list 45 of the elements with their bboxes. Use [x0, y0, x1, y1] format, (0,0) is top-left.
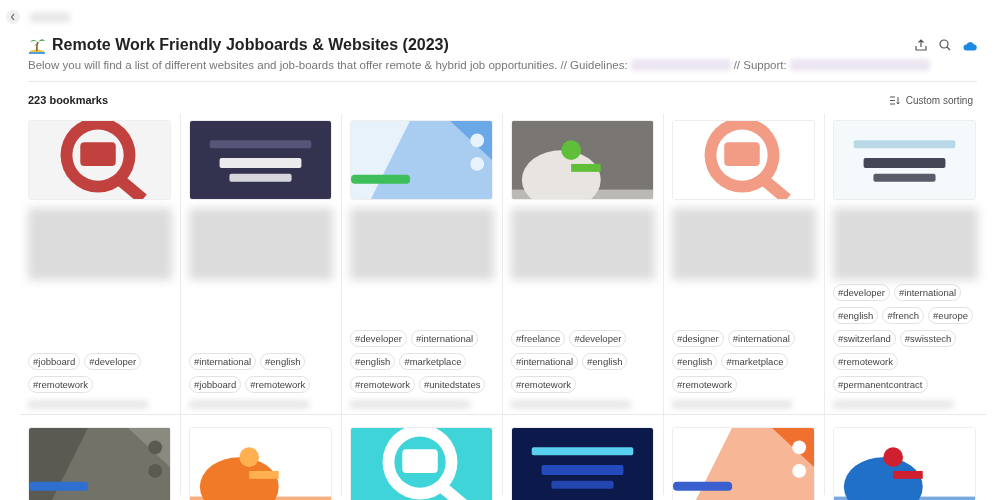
tag-chip[interactable]: #permanentcontract: [833, 376, 928, 393]
support-label: // Support:: [733, 59, 787, 71]
page-title: Remote Work Friendly Jobboards & Websites (2023): [52, 36, 450, 54]
tag-chip[interactable]: #remotework: [350, 376, 415, 393]
tag-chip[interactable]: #designer: [672, 330, 724, 347]
tag-chip[interactable]: #english: [833, 307, 879, 324]
cloud-icon[interactable]: [963, 39, 977, 51]
tag-chip[interactable]: #english: [582, 353, 628, 370]
tag-chip[interactable]: #switzerland: [833, 330, 896, 347]
tag-chip[interactable]: #international: [727, 330, 795, 347]
tag-chip[interactable]: #jobboard: [28, 353, 81, 370]
bookmark-count: 223 bookmarks: [28, 94, 109, 106]
sort-button[interactable]: Custom sorting: [889, 94, 977, 106]
tag-chip[interactable]: #europe: [928, 307, 973, 324]
tag-chip[interactable]: #developer: [350, 330, 407, 347]
palm-island-icon: [28, 36, 46, 54]
tag-chip[interactable]: #french: [882, 307, 925, 324]
back-button[interactable]: [6, 10, 20, 24]
tag-chip[interactable]: #developer: [569, 330, 627, 347]
tag-chip[interactable]: #marketplace: [399, 353, 467, 370]
tag-chip[interactable]: #developer: [833, 284, 890, 301]
tag-chip[interactable]: #remotework: [833, 353, 898, 370]
tag-chip[interactable]: #remotework: [672, 376, 737, 393]
tag-chip[interactable]: #remotework: [28, 376, 93, 393]
tag-chip[interactable]: #freelance: [511, 330, 566, 347]
tag-chip[interactable]: #international: [411, 330, 479, 347]
tag-chip[interactable]: #international: [894, 284, 962, 301]
chevron-left-icon: [10, 13, 16, 21]
sort-icon: [889, 95, 900, 105]
tag-chip[interactable]: #developer: [84, 353, 142, 370]
tag-chip[interactable]: #swisstech: [899, 330, 957, 347]
search-icon[interactable]: [939, 39, 951, 51]
tag-chip[interactable]: #international: [189, 353, 257, 370]
share-icon[interactable]: [915, 39, 927, 51]
guidelines-label: // Guidelines:: [560, 59, 628, 71]
tag-chip[interactable]: #english: [260, 353, 306, 370]
tag-chip[interactable]: #marketplace: [721, 353, 789, 370]
tag-chip[interactable]: #english: [672, 353, 718, 370]
description-text: Below you will find a list of different websites and job-boards that offer remote & hybrid job opportunities.: [28, 59, 558, 71]
tag-chip[interactable]: #unitedstates: [418, 376, 486, 393]
tag-chip[interactable]: #international: [511, 353, 579, 370]
tag-chip[interactable]: #remotework: [511, 376, 576, 393]
tag-chip[interactable]: #jobboard: [189, 376, 242, 393]
tag-chip[interactable]: #remotework: [245, 376, 311, 393]
tag-chip[interactable]: #english: [350, 353, 396, 370]
